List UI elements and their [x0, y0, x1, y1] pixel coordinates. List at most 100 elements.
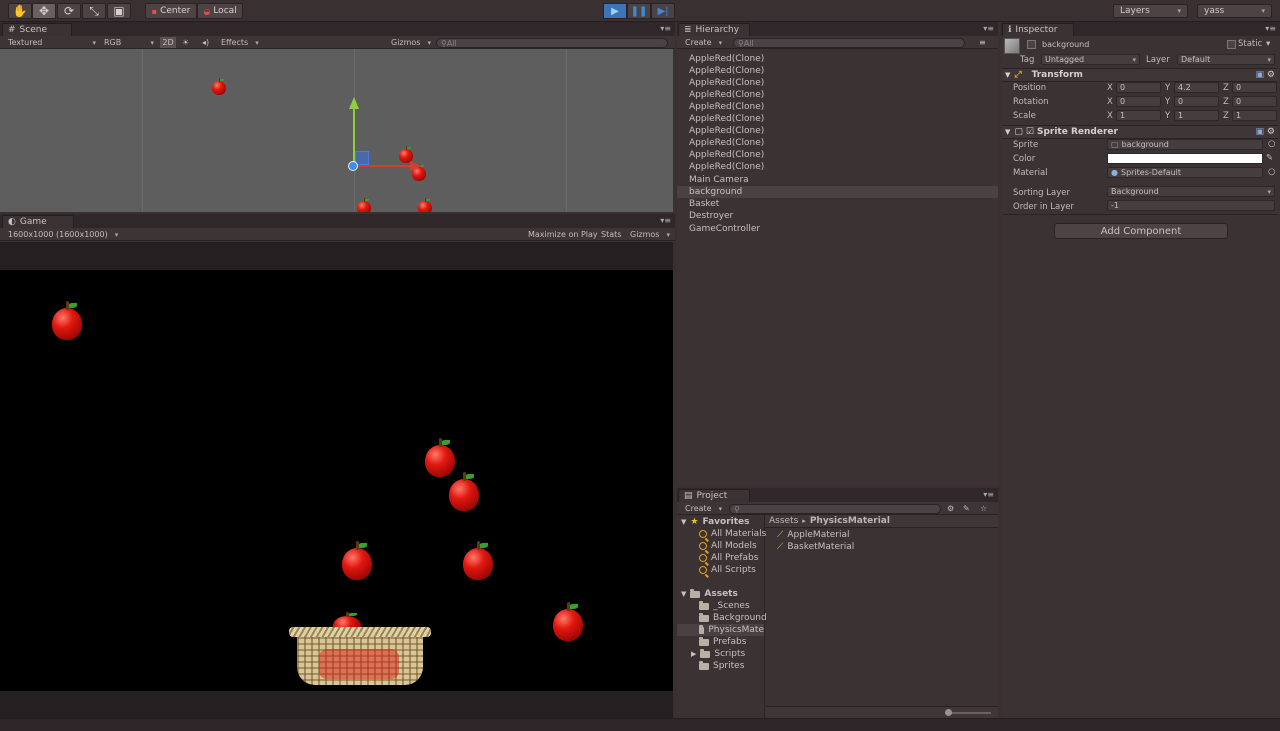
- hierarchy-item[interactable]: AppleRed(Clone): [677, 65, 998, 77]
- hierarchy-item-selected[interactable]: background: [677, 186, 998, 198]
- gizmo-x-axis[interactable]: [354, 165, 412, 167]
- order-in-layer-field[interactable]: -1: [1107, 200, 1275, 211]
- enabled-checkbox[interactable]: ☑: [1026, 127, 1034, 137]
- sorting-layer-dropdown[interactable]: Background ▾: [1107, 186, 1275, 197]
- gizmo-pivot-icon[interactable]: [348, 161, 358, 171]
- material-object-field[interactable]: ● Sprites-Default: [1107, 167, 1263, 178]
- static-dropdown-icon[interactable]: ▾: [1266, 39, 1270, 49]
- scale-tool-button[interactable]: ⤡: [82, 3, 106, 19]
- panel-menu-icon[interactable]: ▾≡: [983, 490, 994, 499]
- breadcrumb-current[interactable]: PhysicsMaterial: [810, 516, 890, 526]
- play-button[interactable]: ▶: [603, 3, 627, 19]
- favorite-all-prefabs[interactable]: All Prefabs: [699, 552, 758, 564]
- position-y-field[interactable]: 4.2: [1174, 82, 1219, 93]
- component-settings-icon[interactable]: ⚙: [1267, 127, 1275, 137]
- position-x-field[interactable]: 0: [1116, 82, 1161, 93]
- project-search-input[interactable]: ⚲: [729, 504, 941, 514]
- tag-dropdown[interactable]: Untagged ▾: [1041, 54, 1140, 65]
- component-help-icon[interactable]: ▣: [1255, 127, 1264, 137]
- scene-gizmos-dropdown[interactable]: Gizmos ▾: [391, 37, 431, 48]
- shading-mode-dropdown[interactable]: Textured ▾: [8, 37, 96, 48]
- color-swatch[interactable]: [1107, 153, 1263, 164]
- layer-dropdown[interactable]: Default ▾: [1177, 54, 1275, 65]
- panel-menu-icon[interactable]: ▾≡: [660, 24, 671, 33]
- scene-view[interactable]: [0, 49, 673, 212]
- hierarchy-create-dropdown[interactable]: Create ▾: [685, 37, 722, 48]
- icon-size-slider-track[interactable]: [947, 712, 991, 714]
- favorite-all-scripts[interactable]: All Scripts: [699, 564, 756, 576]
- scene-search-input[interactable]: ⚲ All: [436, 38, 668, 48]
- render-mode-dropdown[interactable]: RGB ▾: [104, 37, 154, 48]
- rotation-z-field[interactable]: 0: [1232, 96, 1277, 107]
- tab-project[interactable]: ▤ Project: [678, 489, 750, 502]
- asset-folder-prefabs[interactable]: Prefabs: [699, 636, 746, 648]
- favorites-folder[interactable]: ▼ ★ Favorites: [681, 516, 750, 528]
- asset-file-applematerial[interactable]: ⟋ AppleMaterial: [777, 529, 850, 541]
- transform-header[interactable]: ▼ ⤢ Transform ▣ ⚙: [1002, 68, 1278, 82]
- hierarchy-item[interactable]: AppleRed(Clone): [677, 77, 998, 89]
- hierarchy-item[interactable]: Destroyer: [677, 210, 998, 222]
- tab-inspector[interactable]: ℹ Inspector: [1002, 23, 1074, 36]
- rotation-x-field[interactable]: 0: [1116, 96, 1161, 107]
- asset-file-basketmaterial[interactable]: ⟋ BasketMaterial: [777, 541, 854, 553]
- panel-menu-icon[interactable]: ▾≡: [660, 216, 671, 225]
- active-checkbox[interactable]: [1027, 40, 1036, 49]
- filter-label-icon[interactable]: ✎: [963, 503, 970, 514]
- favorite-all-materials[interactable]: All Materials: [699, 528, 766, 540]
- effects-dropdown[interactable]: Effects ▾: [221, 37, 259, 48]
- add-component-button[interactable]: Add Component: [1054, 223, 1228, 239]
- hierarchy-item[interactable]: Main Camera: [677, 174, 998, 186]
- pause-button[interactable]: ❚❚: [627, 3, 651, 19]
- sprite-object-field[interactable]: ▢ background: [1107, 139, 1263, 150]
- hierarchy-item[interactable]: AppleRed(Clone): [677, 53, 998, 65]
- panel-menu-icon[interactable]: ▾≡: [1265, 24, 1276, 33]
- hierarchy-search-input[interactable]: ⚲ All: [733, 38, 965, 48]
- static-checkbox[interactable]: [1227, 40, 1236, 49]
- rect-tool-button[interactable]: ▣: [107, 3, 131, 19]
- game-gizmos-dropdown[interactable]: Gizmos ▾: [630, 229, 670, 240]
- object-picker-icon[interactable]: ○: [1268, 139, 1275, 149]
- hierarchy-item[interactable]: AppleRed(Clone): [677, 149, 998, 161]
- asset-folder-physicsmaterial[interactable]: PhysicsMate: [677, 624, 764, 636]
- icon-size-slider-handle[interactable]: [945, 709, 952, 716]
- asset-folder-scenes[interactable]: _Scenes: [699, 600, 750, 612]
- asset-folder-background[interactable]: Background: [699, 612, 767, 624]
- scene-apple-sprite[interactable]: [418, 197, 432, 212]
- stats-toggle[interactable]: Stats: [601, 229, 621, 240]
- asset-folder-scripts[interactable]: ▶ Scripts: [691, 648, 745, 660]
- scene-apple-sprite[interactable]: [212, 77, 226, 95]
- layers-dropdown[interactable]: Layers ▾: [1113, 4, 1188, 18]
- tab-hierarchy[interactable]: ≣ Hierarchy: [678, 23, 750, 36]
- hierarchy-item[interactable]: AppleRed(Clone): [677, 101, 998, 113]
- hierarchy-item[interactable]: GameController: [677, 223, 998, 235]
- gizmo-y-arrow-icon[interactable]: [349, 97, 359, 109]
- project-create-dropdown[interactable]: Create ▾: [685, 503, 722, 514]
- object-name-field[interactable]: background: [1039, 39, 1221, 50]
- favorite-star-icon[interactable]: ☆: [980, 503, 987, 514]
- hierarchy-item[interactable]: AppleRed(Clone): [677, 137, 998, 149]
- tab-scene[interactable]: # Scene: [2, 23, 72, 36]
- hierarchy-item[interactable]: AppleRed(Clone): [677, 89, 998, 101]
- object-picker-icon[interactable]: ○: [1268, 167, 1275, 177]
- hierarchy-item[interactable]: AppleRed(Clone): [677, 125, 998, 137]
- tab-game[interactable]: ◐ Game: [2, 215, 74, 228]
- hierarchy-item[interactable]: Basket: [677, 198, 998, 210]
- panel-menu-icon[interactable]: ▾≡: [983, 24, 994, 33]
- pivot-local-button[interactable]: ◒ Local: [197, 3, 243, 19]
- resolution-dropdown[interactable]: 1600x1000 (1600x1000) ▾: [8, 229, 118, 240]
- scale-y-field[interactable]: 1: [1174, 110, 1219, 121]
- hierarchy-item[interactable]: AppleRed(Clone): [677, 113, 998, 125]
- hierarchy-item[interactable]: AppleRed(Clone): [677, 161, 998, 173]
- sprite-renderer-header[interactable]: ▼ ▢ ☑ Sprite Renderer ▣ ⚙: [1002, 125, 1278, 139]
- gizmo-x-arrow-icon[interactable]: [410, 161, 422, 171]
- layout-dropdown[interactable]: yass ▾: [1197, 4, 1272, 18]
- favorite-all-models[interactable]: All Models: [699, 540, 757, 552]
- hierarchy-filter-icon[interactable]: ≡: [979, 37, 986, 48]
- asset-folder-sprites[interactable]: Sprites: [699, 660, 744, 672]
- move-tool-button[interactable]: ✥: [32, 3, 56, 19]
- eyedropper-icon[interactable]: ✎: [1266, 153, 1273, 163]
- pivot-center-button[interactable]: ▪ Center: [145, 3, 197, 19]
- 2d-mode-toggle[interactable]: 2D: [160, 37, 176, 48]
- scale-x-field[interactable]: 1: [1116, 110, 1161, 121]
- breadcrumb-root[interactable]: Assets: [769, 516, 798, 526]
